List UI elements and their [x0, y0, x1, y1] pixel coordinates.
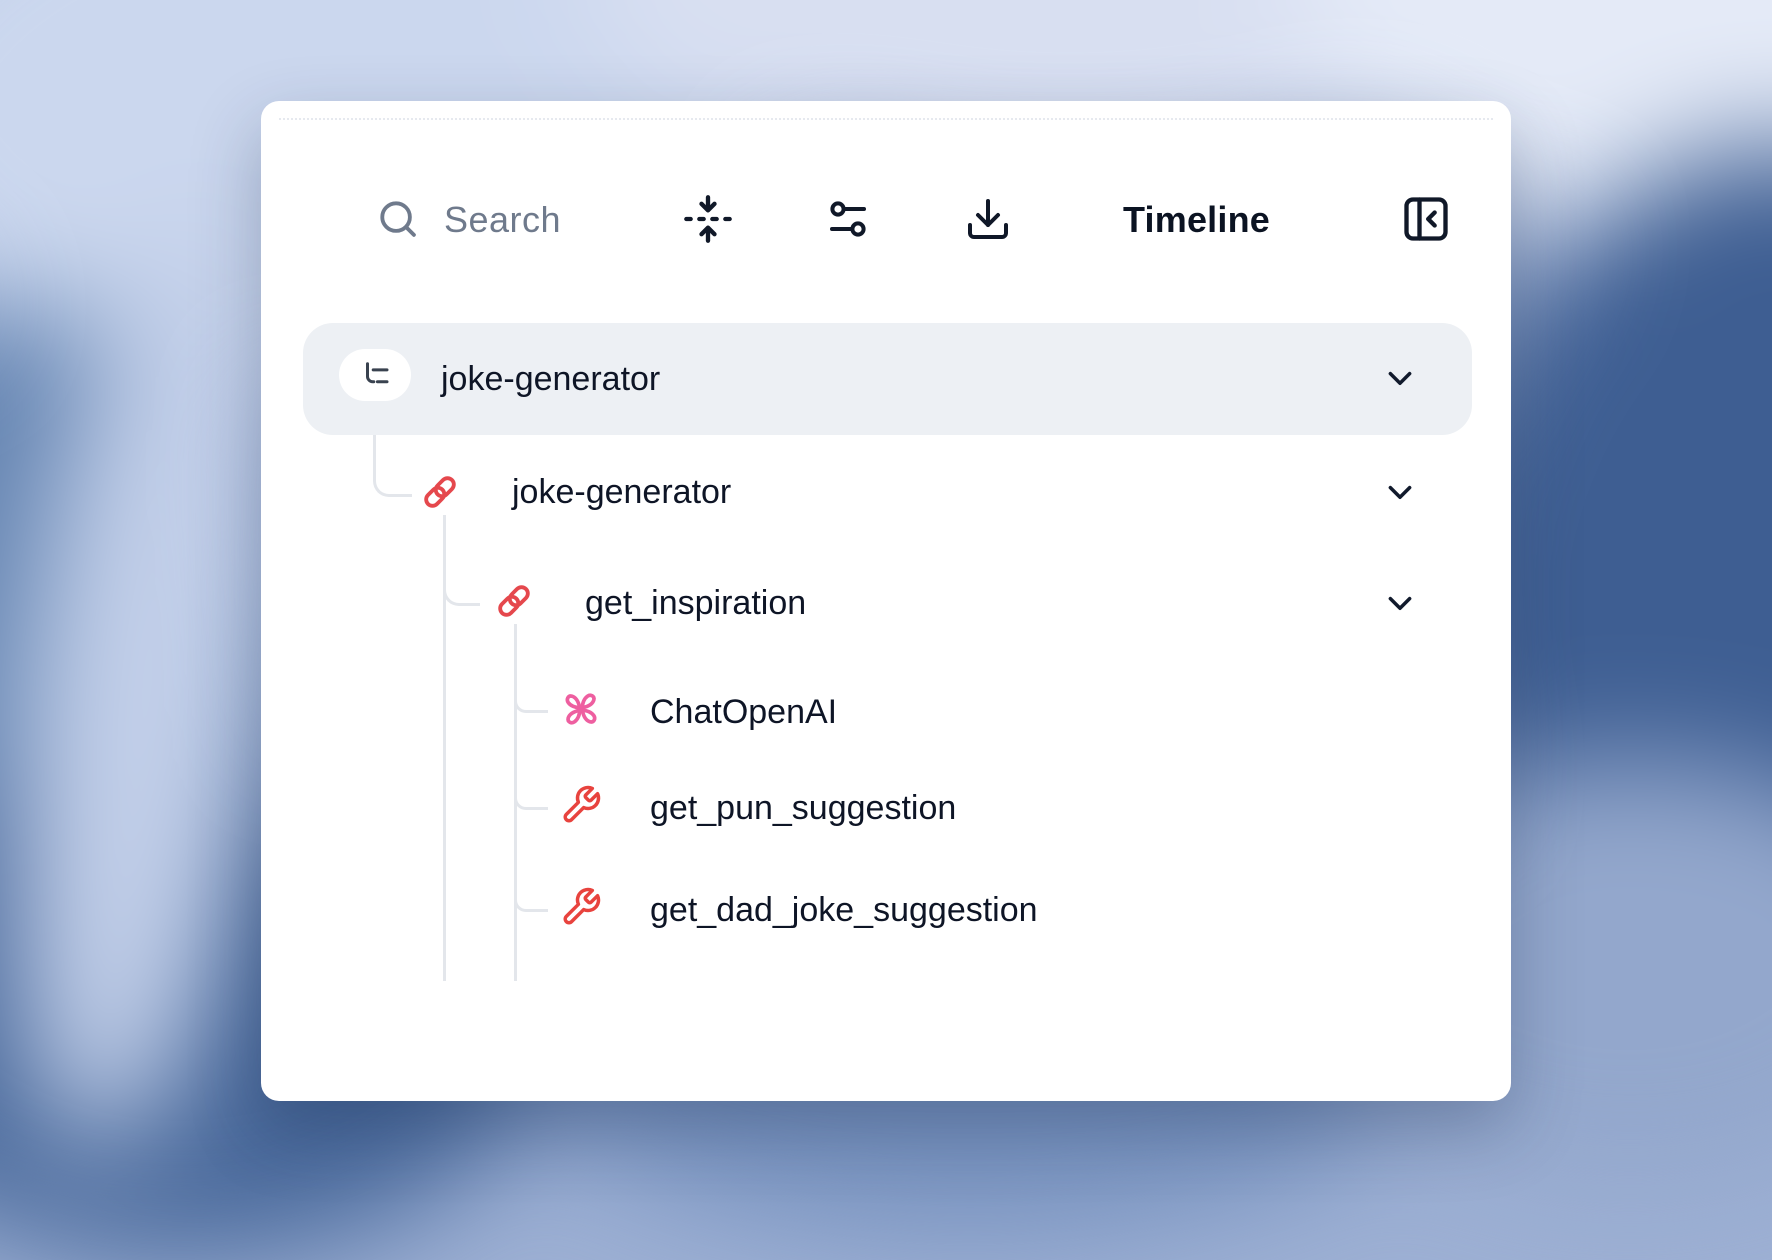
wrench-tool-icon: [560, 886, 602, 928]
export-button[interactable]: [964, 195, 1012, 243]
llm-pinwheel-icon: [559, 687, 603, 731]
download-icon: [964, 195, 1012, 243]
tree-row-label[interactable]: get_inspiration: [585, 579, 806, 627]
trace-tree-panel: Search Timeline: [261, 101, 1511, 1101]
collapse-panel-button[interactable]: [1400, 193, 1452, 245]
search-placeholder[interactable]: Search: [444, 197, 561, 243]
filter-settings-button[interactable]: [824, 195, 872, 243]
tree-row-label[interactable]: ChatOpenAI: [650, 688, 837, 736]
tree-row-label[interactable]: get_dad_joke_suggestion: [650, 886, 1038, 934]
tree-guide-elbow: [443, 539, 480, 606]
tree-structure-icon: [357, 357, 393, 393]
tree-guide-tick: [514, 773, 548, 810]
search-icon: [375, 196, 421, 242]
chevron-down-icon[interactable]: [1379, 471, 1421, 513]
top-dotted-divider: [279, 118, 1493, 120]
tree-guide-tick: [514, 676, 548, 713]
tree-row-label[interactable]: get_pun_suggestion: [650, 784, 956, 832]
wrench-tool-icon: [560, 784, 602, 826]
fold-vertical-icon: [682, 193, 734, 245]
sliders-icon: [824, 195, 872, 243]
tree-row-label: joke-generator: [441, 355, 660, 403]
tree-row-label[interactable]: joke-generator: [512, 468, 731, 516]
tree-guide-tick: [514, 875, 548, 912]
search-button[interactable]: [375, 196, 421, 242]
chain-link-icon: [491, 578, 537, 624]
chain-link-icon: [417, 469, 463, 515]
collapse-all-button[interactable]: [682, 193, 734, 245]
timeline-toggle[interactable]: Timeline: [1123, 196, 1270, 244]
chevron-down-icon[interactable]: [1379, 357, 1421, 399]
root-node-icon-chip: [339, 349, 411, 401]
chevron-down-icon[interactable]: [1379, 582, 1421, 624]
panel-collapse-icon: [1400, 193, 1452, 245]
